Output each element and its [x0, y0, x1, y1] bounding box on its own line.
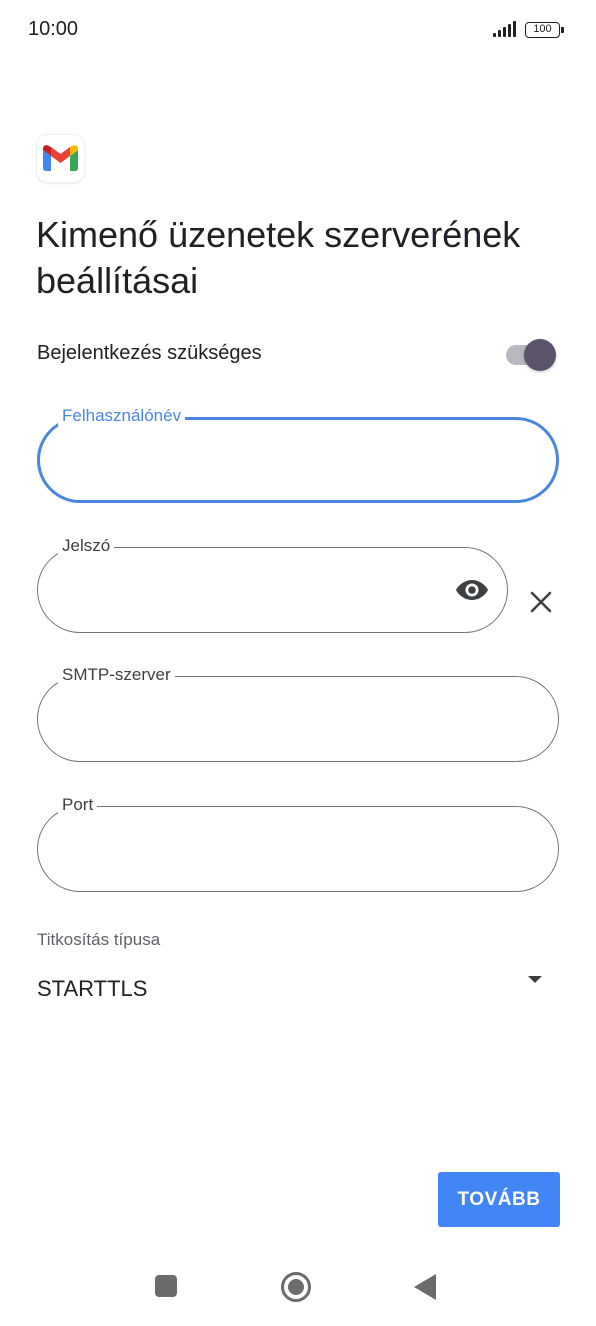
login-required-label: Bejelentkezés szükséges: [37, 342, 262, 364]
password-field[interactable]: Jelszó: [37, 536, 508, 633]
next-button[interactable]: TOVÁBB: [438, 1172, 560, 1227]
encryption-type-select[interactable]: STARTTLS: [37, 970, 559, 1010]
password-field-label: Jelszó: [58, 536, 115, 556]
navigation-bar: [0, 1250, 596, 1326]
port-field-label: Port: [58, 795, 98, 815]
toggle-thumb: [524, 339, 556, 371]
username-field[interactable]: Felhasználónév: [37, 406, 559, 503]
circle-home-icon[interactable]: [281, 1272, 311, 1302]
port-field[interactable]: Port: [37, 795, 559, 892]
status-time: 10:00: [28, 18, 79, 40]
smtp-server-field[interactable]: SMTP-szerver: [37, 665, 559, 762]
smtp-server-field-label: SMTP-szerver: [58, 665, 175, 685]
status-bar: 10:00 100: [0, 0, 596, 60]
signal-bars-icon: [493, 21, 519, 37]
gmail-icon: [37, 135, 84, 182]
outgoing-server-settings-screen: 10:00 100 Kimenő üzenetek szerverének be…: [0, 0, 596, 1326]
eye-icon[interactable]: [455, 577, 489, 603]
battery-level: 100: [533, 23, 552, 35]
battery-icon: 100: [525, 22, 564, 38]
username-field-label: Felhasználónév: [58, 406, 186, 426]
square-icon[interactable]: [155, 1275, 177, 1297]
encryption-type-label: Titkosítás típusa: [37, 930, 161, 949]
triangle-back-icon[interactable]: [414, 1274, 436, 1300]
close-icon[interactable]: [528, 589, 554, 615]
chevron-down-icon: [528, 976, 542, 983]
login-required-toggle[interactable]: [504, 339, 558, 371]
page-title: Kimenő üzenetek szerverének beállításai: [36, 214, 521, 301]
encryption-type-value: STARTTLS: [37, 976, 148, 1001]
